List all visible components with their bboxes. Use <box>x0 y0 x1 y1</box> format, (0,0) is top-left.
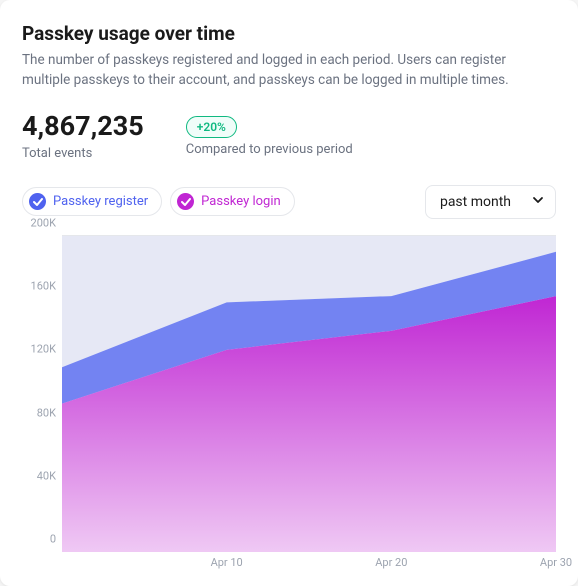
y-tick: 200K <box>31 217 56 230</box>
check-icon <box>177 193 194 210</box>
stats-row: 4,867,235 Total events +20% Compared to … <box>22 112 556 161</box>
total-events-label: Total events <box>22 146 144 161</box>
y-tick: 160K <box>31 280 56 293</box>
check-icon <box>29 193 46 210</box>
comparison-label: Compared to previous period <box>186 142 353 157</box>
x-tick: Apr 10 <box>211 556 243 569</box>
controls-row: Passkey register Passkey login past mont… <box>22 185 556 219</box>
comparison-stat: +20% Compared to previous period <box>186 112 353 157</box>
delta-badge: +20% <box>186 116 237 138</box>
legend-login-label: Passkey login <box>201 194 281 209</box>
plot-area <box>62 235 556 576</box>
chart: 040K80K120K160K200K Apr 1Apr 10Apr 20Apr… <box>22 235 556 576</box>
period-select-value: past month <box>440 194 511 210</box>
y-tick: 120K <box>31 343 56 356</box>
legend-chip-login[interactable]: Passkey login <box>170 187 295 216</box>
chevron-down-icon <box>531 193 545 211</box>
x-axis: Apr 1Apr 10Apr 20Apr 30 <box>62 556 556 576</box>
total-events-stat: 4,867,235 Total events <box>22 112 144 161</box>
y-tick: 0 <box>50 533 56 546</box>
y-tick: 40K <box>37 469 56 482</box>
legend-register-label: Passkey register <box>53 194 148 209</box>
x-tick: Apr 20 <box>375 556 407 569</box>
x-tick: Apr 30 <box>540 556 572 569</box>
card-subtitle: The number of passkeys registered and lo… <box>22 51 556 90</box>
period-select[interactable]: past month <box>425 185 556 219</box>
legend-chip-register[interactable]: Passkey register <box>22 187 162 216</box>
chart-card: Passkey usage over time The number of pa… <box>0 0 578 586</box>
total-events-value: 4,867,235 <box>22 112 144 142</box>
y-axis: 040K80K120K160K200K <box>22 235 62 576</box>
card-title: Passkey usage over time <box>22 22 556 45</box>
y-tick: 80K <box>37 406 56 419</box>
